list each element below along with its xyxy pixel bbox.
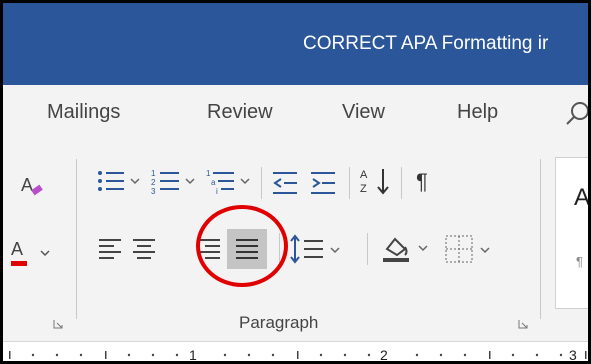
button-separator	[367, 233, 368, 265]
sort-icon[interactable]: A Z	[359, 165, 393, 197]
group-separator	[76, 159, 77, 319]
paragraph-dialog-launcher-icon[interactable]	[518, 316, 528, 329]
paragraph-group-label: Paragraph	[239, 313, 319, 332]
svg-text:A: A	[21, 175, 33, 195]
decrease-indent-icon[interactable]	[271, 169, 301, 197]
svg-text:Z: Z	[360, 183, 367, 195]
multilevel-list-icon[interactable]: 1 a i	[206, 167, 256, 197]
line-spacing-icon[interactable]	[289, 233, 349, 265]
tab-help[interactable]: Help	[457, 101, 498, 124]
ruler-ticks	[9, 351, 587, 359]
button-separator	[261, 167, 262, 199]
numbering-icon[interactable]: 1 2 3	[151, 167, 201, 197]
button-separator	[349, 167, 350, 199]
word-window: CORRECT APA Formatting ir Mailings Revie…	[0, 0, 591, 364]
shading-icon[interactable]	[381, 231, 437, 265]
horizontal-ruler[interactable]: 1 2 3	[3, 341, 588, 363]
search-icon[interactable]	[563, 99, 588, 129]
svg-text:3: 3	[151, 187, 156, 196]
ribbon-home: A A 1 2 3 1 a i A Z ¶ Paragraph A ¶	[3, 145, 588, 341]
annotation-circle	[196, 205, 288, 287]
svg-text:1: 1	[151, 169, 156, 178]
font-color-icon[interactable]: A	[11, 233, 55, 273]
styles-gallery-item[interactable]: A ¶	[555, 157, 591, 309]
clear-formatting-icon[interactable]: A	[19, 173, 45, 199]
align-left-icon[interactable]	[96, 235, 124, 263]
svg-text:a: a	[211, 178, 216, 187]
tab-view[interactable]: View	[342, 101, 385, 124]
svg-text:A: A	[360, 169, 368, 181]
tab-review[interactable]: Review	[207, 101, 273, 124]
font-dialog-launcher-icon[interactable]	[53, 316, 63, 329]
svg-text:¶: ¶	[416, 169, 428, 194]
borders-icon[interactable]	[443, 233, 503, 265]
ruler-label: 2	[380, 347, 388, 363]
increase-indent-icon[interactable]	[309, 169, 339, 197]
svg-text:2: 2	[151, 178, 156, 187]
svg-text:i: i	[216, 187, 218, 196]
style-preview-letter: A	[574, 184, 591, 211]
bullets-icon[interactable]	[96, 167, 146, 197]
svg-text:A: A	[11, 239, 23, 259]
ruler-label: 1	[189, 347, 197, 363]
align-center-icon[interactable]	[130, 235, 158, 263]
ribbon-tabs: Mailings Review View Help	[3, 85, 588, 145]
title-bar: CORRECT APA Formatting ir	[3, 3, 588, 85]
button-separator	[401, 167, 402, 199]
style-pilcrow-mark: ¶	[576, 254, 583, 269]
show-formatting-marks-icon[interactable]: ¶	[413, 167, 439, 195]
document-title: CORRECT APA Formatting ir	[303, 33, 549, 54]
tab-mailings[interactable]: Mailings	[47, 101, 120, 124]
group-separator	[540, 159, 541, 319]
ruler-label: 3	[569, 347, 577, 363]
svg-text:1: 1	[206, 169, 211, 178]
